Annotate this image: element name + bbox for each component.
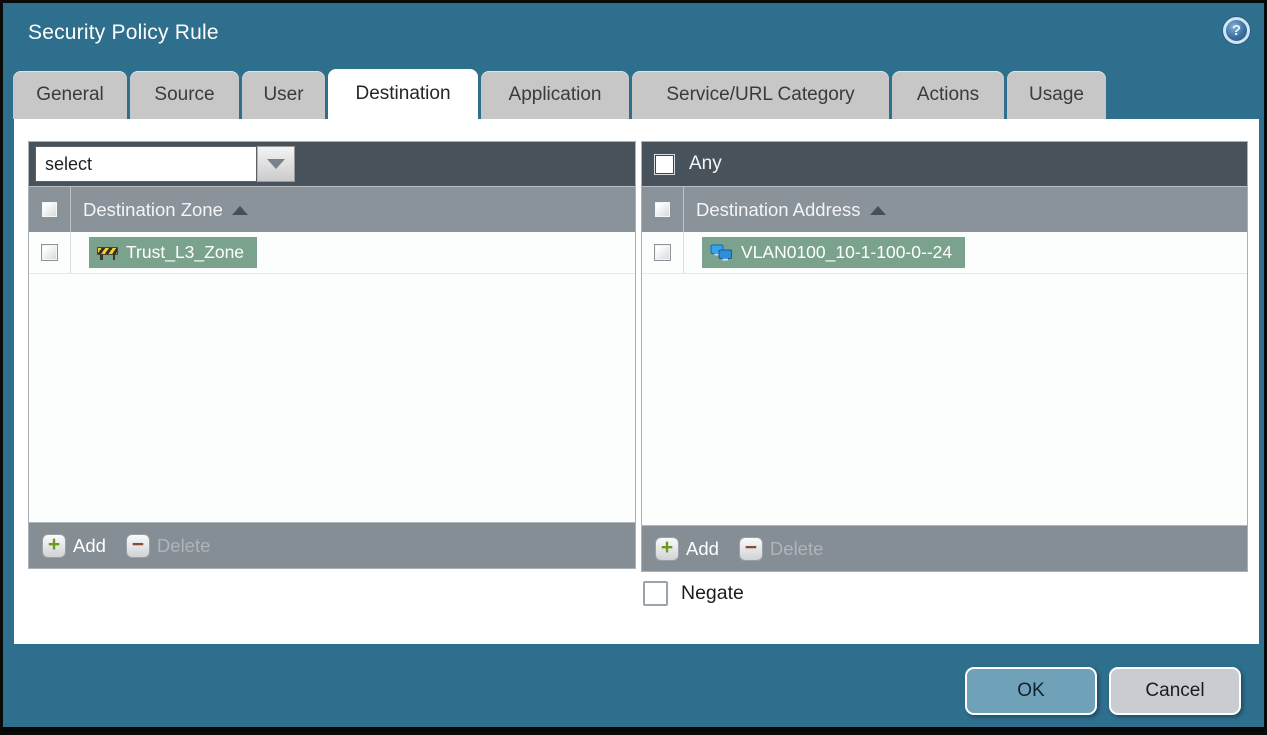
- tab-service-url-category[interactable]: Service/URL Category: [632, 71, 889, 119]
- zone-row-checkbox-cell: [29, 232, 71, 273]
- tab-user[interactable]: User: [242, 71, 325, 119]
- zone-column-label: Destination Zone: [83, 198, 223, 220]
- address-row-checkbox[interactable]: [654, 244, 671, 261]
- zone-panel-footer: + Add − Delete: [29, 522, 635, 568]
- destination-tab-content: select Destination Zone Trust_L3_Zone + …: [14, 119, 1259, 644]
- zone-select-all-checkbox[interactable]: [41, 201, 58, 218]
- chevron-down-icon[interactable]: [257, 146, 295, 182]
- destination-address-panel: Any Destination Address VLAN0100_10-1-10…: [641, 141, 1248, 572]
- tab-general[interactable]: General: [13, 71, 127, 119]
- zone-row-checkbox[interactable]: [41, 244, 58, 261]
- plus-icon: +: [655, 536, 679, 561]
- security-policy-rule-dialog: Security Policy Rule ? General Source Us…: [0, 0, 1267, 735]
- zone-barrier-icon: [97, 245, 118, 260]
- tab-bar: General Source User Destination Applicat…: [13, 69, 1106, 119]
- zone-panel-toolbar: select: [29, 142, 635, 186]
- any-checkbox[interactable]: [654, 153, 675, 175]
- address-item-label: VLAN0100_10-1-100-0--24: [741, 242, 953, 262]
- tab-source[interactable]: Source: [130, 71, 239, 119]
- address-panel-footer: + Add − Delete: [642, 525, 1247, 571]
- zone-filter-value[interactable]: select: [35, 146, 257, 182]
- zone-add-button[interactable]: + Add: [42, 533, 106, 558]
- zone-delete-button[interactable]: − Delete: [125, 533, 211, 558]
- sort-ascending-icon: [869, 206, 886, 215]
- negate-label: Negate: [681, 582, 744, 604]
- plus-icon: +: [42, 533, 66, 558]
- negate-option: Negate: [643, 581, 744, 606]
- address-column-header: Destination Address: [642, 186, 1247, 232]
- zone-select-all-cell: [29, 187, 71, 232]
- minus-icon: −: [125, 533, 150, 558]
- address-column-title[interactable]: Destination Address: [684, 199, 886, 221]
- minus-icon: −: [738, 536, 763, 561]
- zone-delete-label: Delete: [156, 534, 211, 556]
- zone-list: Trust_L3_Zone: [29, 232, 635, 522]
- address-item[interactable]: VLAN0100_10-1-100-0--24: [702, 237, 966, 268]
- zone-column-header: Destination Zone: [29, 186, 635, 232]
- tab-application[interactable]: Application: [481, 71, 629, 119]
- destination-zone-panel: select Destination Zone Trust_L3_Zone + …: [28, 141, 636, 569]
- dialog-title: Security Policy Rule: [28, 21, 219, 44]
- address-row: VLAN0100_10-1-100-0--24: [642, 232, 1247, 274]
- zone-item[interactable]: Trust_L3_Zone: [89, 237, 258, 268]
- ok-button[interactable]: OK: [965, 667, 1097, 715]
- address-row-checkbox-cell: [642, 232, 684, 273]
- address-add-button[interactable]: + Add: [655, 536, 719, 561]
- tab-actions[interactable]: Actions: [892, 71, 1004, 119]
- address-select-all-checkbox[interactable]: [654, 201, 671, 218]
- address-panel-toolbar: Any: [642, 142, 1247, 186]
- negate-checkbox[interactable]: [643, 581, 668, 606]
- address-add-label: Add: [686, 537, 719, 559]
- zone-row: Trust_L3_Zone: [29, 232, 635, 274]
- window-border: [3, 727, 1264, 732]
- cancel-button[interactable]: Cancel: [1109, 667, 1241, 715]
- address-delete-label: Delete: [769, 537, 824, 559]
- network-address-icon: [710, 244, 732, 261]
- address-column-label: Destination Address: [696, 198, 861, 220]
- zone-add-label: Add: [73, 534, 106, 556]
- zone-filter-select[interactable]: select: [35, 146, 295, 182]
- help-question-icon[interactable]: ?: [1223, 17, 1250, 44]
- address-select-all-cell: [642, 187, 684, 232]
- any-label: Any: [689, 153, 722, 174]
- zone-column-title[interactable]: Destination Zone: [71, 199, 248, 221]
- address-delete-button[interactable]: − Delete: [738, 536, 824, 561]
- sort-ascending-icon: [231, 206, 248, 215]
- zone-item-label: Trust_L3_Zone: [126, 242, 245, 262]
- tab-usage[interactable]: Usage: [1007, 71, 1106, 119]
- tab-destination[interactable]: Destination: [328, 69, 478, 119]
- address-list: VLAN0100_10-1-100-0--24: [642, 232, 1247, 525]
